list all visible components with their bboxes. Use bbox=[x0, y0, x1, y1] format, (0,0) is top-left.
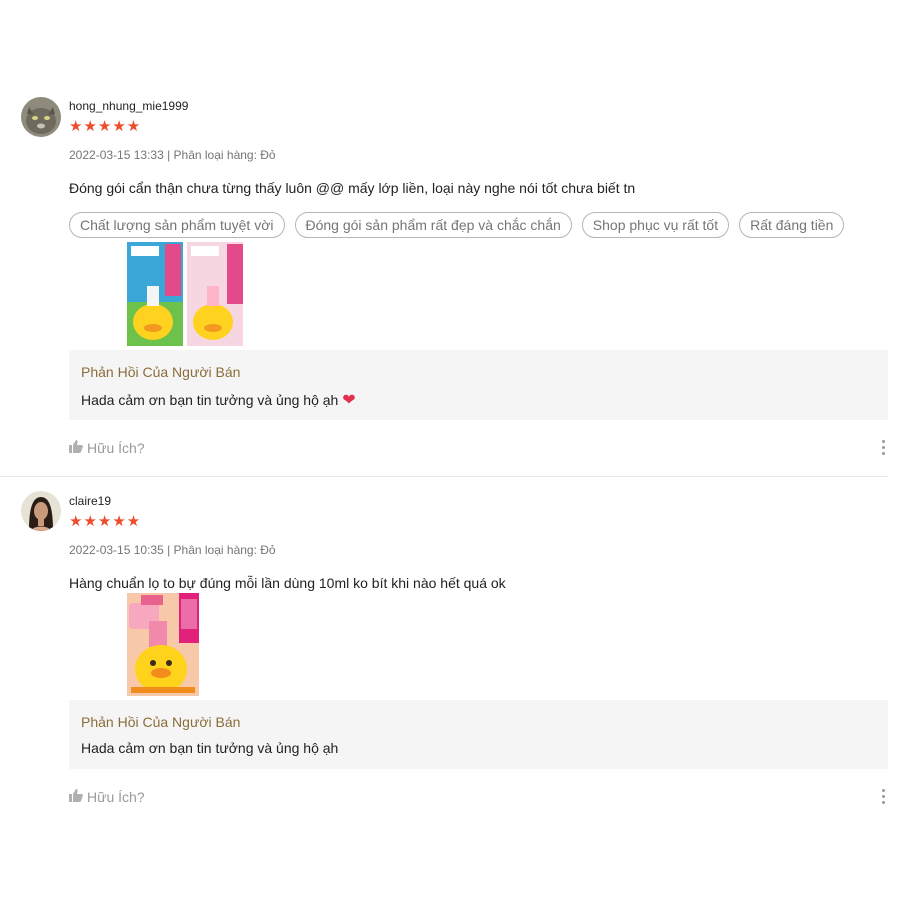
helpful-label: Hữu Ích? bbox=[87, 789, 145, 805]
thumbs-up-icon bbox=[69, 440, 83, 456]
avatar[interactable] bbox=[21, 491, 61, 531]
review-photo[interactable] bbox=[127, 242, 243, 346]
review-meta: 2022-03-15 13:33 | Phân loại hàng: Đỏ bbox=[69, 148, 276, 162]
review-tag: Shop phục vụ rất tốt bbox=[581, 212, 730, 238]
seller-reply-title: Phản Hồi Của Người Bán bbox=[81, 714, 241, 730]
rating-stars: ★★★★★ bbox=[69, 513, 142, 530]
review-comment: Đóng gói cẩn thận chưa từng thấy luôn @@… bbox=[69, 180, 636, 196]
avatar[interactable] bbox=[21, 97, 61, 137]
rating-stars: ★★★★★ bbox=[69, 118, 142, 135]
seller-reply: Phản Hồi Của Người Bán Hada cảm ơn bạn t… bbox=[69, 700, 888, 769]
review-tag: Đóng gói sản phẩm rất đẹp và chắc chắn bbox=[294, 212, 572, 238]
helpful-label: Hữu Ích? bbox=[87, 440, 145, 456]
seller-reply-text: Hada cảm ơn bạn tin tưởng và ủng hộ ạh bbox=[81, 740, 339, 756]
thumbs-up-icon bbox=[69, 789, 83, 805]
review-meta: 2022-03-15 10:35 | Phân loại hàng: Đỏ bbox=[69, 543, 276, 557]
review-divider bbox=[0, 476, 888, 477]
seller-reply-text: Hada cảm ơn bạn tin tưởng và ủng hộ ạh ❤ bbox=[81, 390, 356, 410]
helpful-button[interactable]: Hữu Ích? bbox=[69, 440, 145, 456]
review-tag: Rất đáng tiền bbox=[739, 212, 845, 238]
seller-reply-title: Phản Hồi Của Người Bán bbox=[81, 364, 241, 380]
review-username[interactable]: claire19 bbox=[69, 494, 111, 508]
review-tag: Chất lượng sản phẩm tuyệt vời bbox=[69, 212, 285, 238]
review-comment: Hàng chuẩn lọ to bự đúng mỗi lần dùng 10… bbox=[69, 575, 506, 591]
review-photo[interactable] bbox=[127, 593, 199, 696]
review-username[interactable]: hong_nhung_mie1999 bbox=[69, 99, 188, 113]
seller-reply-text-content: Hada cảm ơn bạn tin tưởng và ủng hộ ạh bbox=[81, 392, 339, 408]
helpful-button[interactable]: Hữu Ích? bbox=[69, 789, 145, 805]
more-options-icon[interactable] bbox=[881, 440, 887, 458]
heart-icon: ❤ bbox=[342, 392, 356, 409]
seller-reply: Phản Hồi Của Người Bán Hada cảm ơn bạn t… bbox=[69, 350, 888, 420]
more-options-icon[interactable] bbox=[881, 789, 887, 807]
review-tags: Chất lượng sản phẩm tuyệt vời Đóng gói s… bbox=[69, 212, 845, 238]
